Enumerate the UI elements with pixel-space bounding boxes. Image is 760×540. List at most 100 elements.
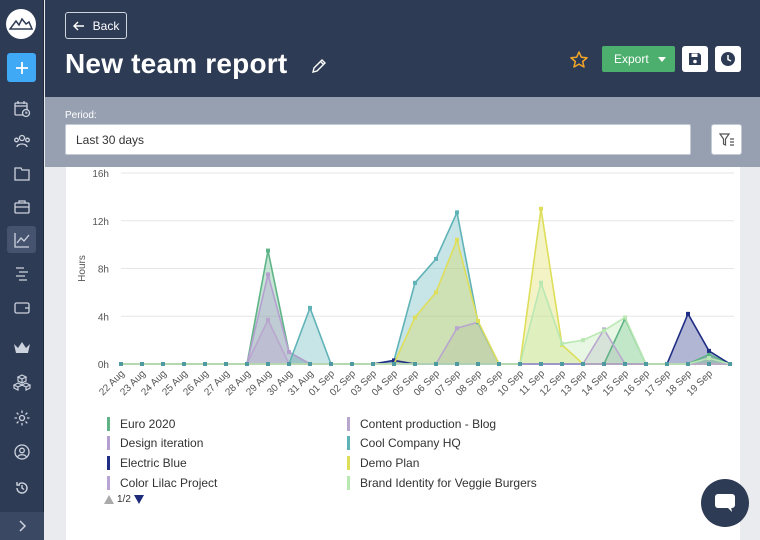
export-label: Export [614, 52, 649, 66]
baseline-point [119, 362, 123, 366]
data-point [266, 272, 270, 277]
star-icon[interactable] [569, 50, 589, 75]
integrations-icon[interactable] [7, 368, 36, 395]
data-point [413, 315, 417, 320]
export-button[interactable]: Export [602, 46, 675, 72]
legend-item[interactable]: Color Lilac Project [107, 475, 217, 491]
data-point [686, 311, 690, 316]
data-point [266, 248, 270, 253]
baseline-point [371, 362, 375, 366]
add-icon[interactable] [7, 53, 36, 82]
legend-label: Brand Identity for Veggie Burgers [360, 476, 537, 490]
legend-prev-icon[interactable] [104, 495, 114, 504]
data-point [581, 338, 585, 343]
y-tick-label: 4h [98, 312, 109, 323]
legend-label: Electric Blue [120, 456, 187, 470]
period-label: Period: [65, 110, 97, 121]
legend-item[interactable]: Content production - Blog [347, 416, 496, 432]
arrow-left-icon [72, 21, 84, 30]
save-icon [689, 53, 701, 65]
projects-icon[interactable] [7, 160, 36, 187]
history-icon[interactable] [7, 474, 36, 501]
chat-icon [715, 494, 735, 512]
premium-icon[interactable] [7, 334, 36, 361]
legend-item[interactable]: Brand Identity for Veggie Burgers [347, 475, 537, 491]
legend-item[interactable]: Cool Company HQ [347, 435, 461, 451]
baseline-point [434, 362, 438, 366]
data-point [455, 326, 459, 331]
timesheet-icon[interactable] [7, 95, 36, 122]
period-bar: Period: Last 30 days [45, 97, 760, 167]
baseline-point [686, 362, 690, 366]
chat-button[interactable] [701, 479, 749, 527]
baseline-point [602, 362, 606, 366]
billing-icon[interactable] [7, 294, 36, 321]
baseline-point [476, 362, 480, 366]
chevron-down-icon [658, 57, 666, 62]
clients-icon[interactable] [7, 193, 36, 220]
planning-icon[interactable] [7, 260, 36, 287]
baseline-point [518, 362, 522, 366]
legend-item[interactable]: Euro 2020 [107, 416, 175, 432]
baseline-point [455, 362, 459, 366]
data-point [287, 350, 291, 355]
data-point [455, 210, 459, 215]
data-point [434, 256, 438, 261]
baseline-point [266, 362, 270, 366]
baseline-point [161, 362, 165, 366]
baseline-point [224, 362, 228, 366]
settings-icon[interactable] [7, 404, 36, 431]
clock-icon [721, 52, 735, 66]
team-icon[interactable] [7, 127, 36, 154]
data-point [623, 315, 627, 320]
data-point [455, 237, 459, 242]
filter-icon [718, 132, 734, 146]
legend-label: Cool Company HQ [360, 436, 461, 450]
page-header: Back New team report Export [45, 0, 760, 97]
save-button[interactable] [682, 46, 708, 72]
legend-label: Demo Plan [360, 456, 420, 470]
back-button[interactable]: Back [65, 12, 127, 39]
profile-icon[interactable] [7, 438, 36, 465]
data-point [539, 206, 543, 211]
report-chart: 0h4h8h12h16hHours22 Aug23 Aug24 Aug25 Au… [77, 169, 734, 399]
y-tick-label: 12h [92, 217, 109, 228]
legend-next-icon[interactable] [133, 495, 144, 504]
data-point [266, 317, 270, 322]
data-point [413, 280, 417, 285]
data-point [707, 352, 711, 357]
period-select[interactable]: Last 30 days [65, 124, 691, 155]
legend-label: Color Lilac Project [120, 476, 218, 490]
logo-icon[interactable] [6, 9, 36, 39]
filter-button[interactable] [711, 124, 742, 155]
baseline-point [581, 362, 585, 366]
reports-icon[interactable] [7, 226, 36, 253]
legend-item[interactable]: Demo Plan [347, 455, 419, 471]
sidebar [0, 0, 44, 540]
baseline-point [644, 362, 648, 366]
baseline-point [413, 362, 417, 366]
legend-swatch [347, 436, 350, 450]
baseline-point [329, 362, 333, 366]
legend-item[interactable]: Design iteration [107, 435, 203, 451]
baseline-point [392, 362, 396, 366]
y-tick-label: 8h [98, 265, 109, 276]
expand-icon[interactable] [0, 512, 44, 540]
baseline-point [140, 362, 144, 366]
baseline-point [350, 362, 354, 366]
y-tick-label: 0h [98, 360, 109, 371]
pencil-icon[interactable] [311, 58, 327, 79]
history-button[interactable] [715, 46, 741, 72]
y-tick-label: 16h [92, 169, 109, 180]
baseline-point [539, 362, 543, 366]
back-label: Back [92, 18, 120, 33]
baseline-point [308, 362, 312, 366]
baseline-point [182, 362, 186, 366]
baseline-point [287, 362, 291, 366]
legend-page-label: 1/2 [117, 494, 131, 505]
legend-label: Euro 2020 [120, 417, 176, 431]
baseline-point [728, 362, 732, 366]
y-axis-label: Hours [77, 255, 88, 282]
baseline-point [245, 362, 249, 366]
legend-item[interactable]: Electric Blue [107, 455, 187, 471]
